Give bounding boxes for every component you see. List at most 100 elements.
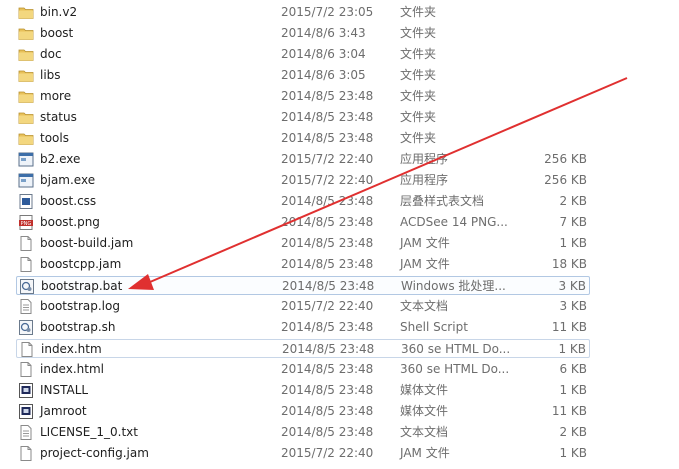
file-icon (18, 362, 34, 377)
file-icon (18, 257, 34, 272)
file-size: 11 KB (551, 404, 587, 418)
file-name: boost.css (40, 194, 97, 208)
file-type: 文件夹 (400, 5, 437, 19)
file-type: 层叠样式表文档 (400, 194, 485, 208)
file-row[interactable]: project-config.jam 2015/7/2 22:40 JAM 文件 1 … (16, 444, 590, 463)
file-row[interactable]: more 2014/8/5 23:48 文件夹 (16, 87, 590, 106)
png-icon: PNG (18, 215, 34, 230)
file-row[interactable]: bin.v2 2015/7/2 23:05 文件夹 (16, 3, 590, 22)
script-icon (19, 279, 35, 294)
file-row[interactable]: index.htm 2014/8/5 23:48 360 se HTML Do...… (16, 339, 590, 358)
file-type: 媒体文件 (400, 383, 449, 397)
file-row[interactable]: boost.css 2014/8/5 23:48 层叠样式表文档 2 KB (16, 192, 590, 211)
file-date: 2014/8/5 23:48 (281, 362, 374, 376)
file-type: 应用程序 (400, 173, 449, 187)
text-icon (18, 425, 34, 440)
file-name: b2.exe (40, 152, 81, 166)
folder-icon (18, 110, 34, 125)
file-date: 2014/8/5 23:48 (281, 320, 374, 334)
file-size: 11 KB (551, 320, 587, 334)
file-type: 文件夹 (400, 68, 437, 82)
file-name: status (40, 110, 77, 124)
file-row[interactable]: boost 2014/8/6 3:43 文件夹 (16, 24, 590, 43)
file-name: bin.v2 (40, 5, 78, 19)
file-date: 2014/8/5 23:48 (281, 194, 374, 208)
media-icon (18, 404, 34, 419)
file-date: 2014/8/5 23:48 (282, 279, 375, 293)
file-icon (19, 342, 35, 357)
file-row[interactable]: b2.exe 2015/7/2 22:40 应用程序 256 KB (16, 150, 590, 169)
file-size: 3 KB (558, 279, 586, 293)
file-date: 2014/8/5 23:48 (281, 215, 374, 229)
script-icon (18, 320, 34, 335)
exe-icon (18, 173, 34, 188)
file-type: 文本文档 (400, 299, 449, 313)
file-row[interactable]: bootstrap.sh 2014/8/5 23:48 Shell Script 11… (16, 318, 590, 337)
file-row[interactable]: boost-build.jam 2014/8/5 23:48 JAM 文件 1 KB (16, 234, 590, 253)
file-size: 1 KB (559, 236, 587, 250)
file-type: 文件夹 (400, 131, 437, 145)
file-type: JAM 文件 (400, 236, 450, 250)
file-name: INSTALL (40, 383, 89, 397)
file-icon (18, 446, 34, 461)
file-size: 3 KB (559, 299, 587, 313)
svg-text:PNG: PNG (21, 221, 32, 227)
file-size: 1 KB (559, 446, 587, 460)
css-icon (18, 194, 34, 209)
file-row[interactable]: bjam.exe 2015/7/2 22:40 应用程序 256 KB (16, 171, 590, 190)
file-date: 2014/8/6 3:04 (281, 47, 366, 61)
folder-icon (18, 26, 34, 41)
file-name: index.htm (41, 342, 102, 356)
file-date: 2014/8/6 3:05 (281, 68, 366, 82)
file-row[interactable]: INSTALL 2014/8/5 23:48 媒体文件 1 KB (16, 381, 590, 400)
file-size: 256 KB (544, 173, 587, 187)
file-name: LICENSE_1_0.txt (40, 425, 138, 439)
file-row[interactable]: tools 2014/8/5 23:48 文件夹 (16, 129, 590, 148)
file-date: 2014/8/5 23:48 (281, 236, 374, 250)
file-row[interactable]: libs 2014/8/6 3:05 文件夹 (16, 66, 590, 85)
file-name: index.html (40, 362, 104, 376)
file-icon (18, 236, 34, 251)
file-date: 2015/7/2 22:40 (281, 173, 374, 187)
file-name: boostcpp.jam (40, 257, 122, 271)
file-type: 媒体文件 (400, 404, 449, 418)
file-name: bootstrap.sh (40, 320, 116, 334)
file-date: 2015/7/2 22:40 (281, 446, 374, 460)
exe-icon (18, 152, 34, 167)
media-icon (18, 383, 34, 398)
file-list: bin.v2 2015/7/2 23:05 文件夹 boost 2014/8/6 3:4… (0, 0, 679, 469)
file-row[interactable]: LICENSE_1_0.txt 2014/8/5 23:48 文本文档 2 KB (16, 423, 590, 442)
file-name: libs (40, 68, 61, 82)
file-type: 360 se HTML Do... (401, 342, 511, 356)
file-row[interactable]: PNG boost.png 2014/8/5 23:48 ACDSee 14 PNG.… (16, 213, 590, 232)
folder-icon (18, 5, 34, 20)
file-type: 文件夹 (400, 89, 437, 103)
file-type: 文件夹 (400, 47, 437, 61)
file-date: 2014/8/5 23:48 (281, 383, 374, 397)
file-row[interactable]: index.html 2014/8/5 23:48 360 se HTML Do..… (16, 360, 590, 379)
file-row[interactable]: doc 2014/8/6 3:04 文件夹 (16, 45, 590, 64)
file-size: 1 KB (559, 383, 587, 397)
file-date: 2014/8/5 23:48 (281, 425, 374, 439)
file-row[interactable]: boostcpp.jam 2014/8/5 23:48 JAM 文件 18 KB (16, 255, 590, 274)
file-row[interactable]: bootstrap.log 2015/7/2 22:40 文本文档 3 KB (16, 297, 590, 316)
folder-icon (18, 131, 34, 146)
file-type: 文件夹 (400, 110, 437, 124)
file-type: JAM 文件 (400, 446, 450, 460)
file-name: tools (40, 131, 69, 145)
file-date: 2015/7/2 22:40 (281, 299, 374, 313)
file-type: 360 se HTML Do... (400, 362, 510, 376)
file-name: bootstrap.log (40, 299, 120, 313)
file-type: ACDSee 14 PNG... (400, 215, 508, 229)
file-name: boost.png (40, 215, 100, 229)
file-row[interactable]: bootstrap.bat 2014/8/5 23:48 Windows 批处理..… (16, 276, 590, 295)
file-date: 2014/8/5 23:48 (281, 257, 374, 271)
file-type: 应用程序 (400, 152, 449, 166)
file-date: 2014/8/5 23:48 (281, 404, 374, 418)
file-type: Windows 批处理... (401, 279, 506, 293)
text-icon (18, 299, 34, 314)
file-name: boost (40, 26, 74, 40)
file-row[interactable]: status 2014/8/5 23:48 文件夹 (16, 108, 590, 127)
file-row[interactable]: Jamroot 2014/8/5 23:48 媒体文件 11 KB (16, 402, 590, 421)
file-type: 文本文档 (400, 425, 449, 439)
